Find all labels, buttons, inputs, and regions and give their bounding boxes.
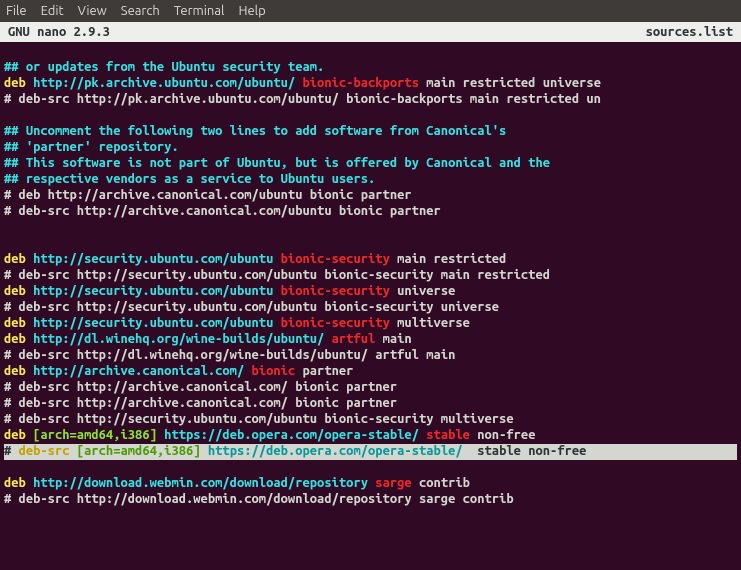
menu-view[interactable]: View (78, 4, 107, 18)
menu-terminal[interactable]: Terminal (174, 4, 225, 18)
token: http://security.ubuntu.com/ubuntu (33, 252, 281, 266)
token: [arch=amd64,i386] (77, 444, 208, 458)
menu-edit[interactable]: Edit (41, 4, 64, 18)
editor-line[interactable]: ## Uncomment the following two lines to … (4, 124, 737, 140)
token: # deb-src http://archive.canonical.com/ … (4, 396, 397, 410)
token: deb (4, 364, 33, 378)
token: bionic-security (281, 284, 397, 298)
editor-line[interactable]: # deb-src [arch=amd64,i386] https://deb.… (4, 444, 737, 460)
token: http://download.webmin.com/download/repo… (33, 476, 375, 490)
editor-line[interactable]: # deb-src http://archive.canonical.com/u… (4, 204, 737, 220)
token: main (383, 332, 412, 346)
token: deb (4, 252, 33, 266)
token: bionic-backports (303, 76, 427, 90)
editor-line[interactable]: ## or updates from the Ubuntu security t… (4, 60, 737, 76)
token: deb (4, 316, 33, 330)
editor-line[interactable] (4, 220, 737, 236)
token: partner (303, 364, 354, 378)
menu-file[interactable]: File (6, 4, 27, 18)
nano-title-bar: GNU nano 2.9.3 sources.list (0, 22, 741, 42)
token: contrib (419, 476, 470, 490)
editor-line[interactable]: # deb-src http://dl.winehq.org/wine-buil… (4, 348, 737, 364)
editor-line[interactable]: # deb-src http://archive.canonical.com/ … (4, 396, 737, 412)
editor-line[interactable] (4, 460, 737, 476)
token: http://pk.archive.ubuntu.com/ubuntu/ (33, 76, 302, 90)
editor-line[interactable]: # deb-src http://security.ubuntu.com/ubu… (4, 412, 737, 428)
token: http://archive.canonical.com/ (33, 364, 251, 378)
editor-line[interactable]: deb http://security.ubuntu.com/ubuntu bi… (4, 284, 737, 300)
menu-bar: File Edit View Search Terminal Help (0, 0, 741, 22)
editor-line[interactable]: # deb-src http://pk.archive.ubuntu.com/u… (4, 92, 737, 108)
nano-app-name: GNU nano 2.9.3 (4, 25, 110, 39)
token: # deb-src http://archive.canonical.com/u… (4, 204, 441, 218)
token: ## 'partner' repository. (4, 140, 179, 154)
token: https://deb.opera.com/opera-stable/ (164, 428, 426, 442)
token: # deb-src http://download.webmin.com/dow… (4, 492, 514, 506)
token: # deb-src http://security.ubuntu.com/ubu… (4, 412, 514, 426)
token: bionic-security (281, 316, 397, 330)
editor-line[interactable]: # deb-src http://download.webmin.com/dow… (4, 492, 737, 508)
token: http://security.ubuntu.com/ubuntu (33, 316, 281, 330)
token: ## This software is not part of Ubuntu, … (4, 156, 550, 170)
token: main restricted universe (426, 76, 601, 90)
token: main restricted (397, 252, 506, 266)
editor-line[interactable]: # deb-src http://security.ubuntu.com/ubu… (4, 268, 737, 284)
token: multiverse (397, 316, 470, 330)
editor-line[interactable]: # deb http://archive.canonical.com/ubunt… (4, 188, 737, 204)
token: https://deb.opera.com/opera-stable/ (208, 444, 470, 458)
editor-line[interactable] (4, 108, 737, 124)
token: stable non-free (470, 444, 586, 458)
editor-line[interactable]: deb http://pk.archive.ubuntu.com/ubuntu/… (4, 76, 737, 92)
token: # deb-src http://dl.winehq.org/wine-buil… (4, 348, 455, 362)
token: artful (332, 332, 383, 346)
nano-file-name: sources.list (646, 25, 737, 39)
token: non-free (477, 428, 535, 442)
token: bionic-security (281, 252, 397, 266)
token: # deb-src http://pk.archive.ubuntu.com/u… (4, 92, 601, 106)
editor-line[interactable]: deb http://download.webmin.com/download/… (4, 476, 737, 492)
editor-line[interactable]: deb http://security.ubuntu.com/ubuntu bi… (4, 316, 737, 332)
token: deb (4, 428, 33, 442)
token: http://dl.winehq.org/wine-builds/ubuntu/ (33, 332, 331, 346)
token: bionic (252, 364, 303, 378)
token: deb (4, 76, 33, 90)
token: [arch=amd64,i386] (33, 428, 164, 442)
token: deb (4, 476, 33, 490)
token: # deb http://archive.canonical.com/ubunt… (4, 188, 412, 202)
token: # deb-src http://archive.canonical.com/ … (4, 380, 397, 394)
editor-line[interactable]: deb [arch=amd64,i386] https://deb.opera.… (4, 428, 737, 444)
editor-line[interactable] (4, 236, 737, 252)
token: deb (4, 284, 33, 298)
editor-line[interactable]: # deb-src http://archive.canonical.com/ … (4, 380, 737, 396)
token: # (4, 444, 19, 458)
token: # deb-src http://security.ubuntu.com/ubu… (4, 300, 499, 314)
token: stable (426, 428, 477, 442)
editor-line[interactable]: ## This software is not part of Ubuntu, … (4, 156, 737, 172)
editor-line[interactable] (4, 44, 737, 60)
token: # deb-src http://security.ubuntu.com/ubu… (4, 268, 550, 282)
token: ## respective vendors as a service to Ub… (4, 172, 375, 186)
editor-line[interactable]: # deb-src http://security.ubuntu.com/ubu… (4, 300, 737, 316)
menu-help[interactable]: Help (238, 4, 265, 18)
editor-line[interactable]: ## 'partner' repository. (4, 140, 737, 156)
token: deb-src (19, 444, 77, 458)
editor-line[interactable]: deb http://dl.winehq.org/wine-builds/ubu… (4, 332, 737, 348)
token: sarge (375, 476, 419, 490)
token: ## Uncomment the following two lines to … (4, 124, 506, 138)
token: ## or updates from the Ubuntu security t… (4, 60, 324, 74)
editor-viewport[interactable]: ## or updates from the Ubuntu security t… (0, 42, 741, 512)
editor-line[interactable]: deb http://security.ubuntu.com/ubuntu bi… (4, 252, 737, 268)
menu-search[interactable]: Search (121, 4, 160, 18)
token: http://security.ubuntu.com/ubuntu (33, 284, 281, 298)
editor-line[interactable]: deb http://archive.canonical.com/ bionic… (4, 364, 737, 380)
token: deb (4, 332, 33, 346)
editor-line[interactable]: ## respective vendors as a service to Ub… (4, 172, 737, 188)
token: universe (397, 284, 455, 298)
